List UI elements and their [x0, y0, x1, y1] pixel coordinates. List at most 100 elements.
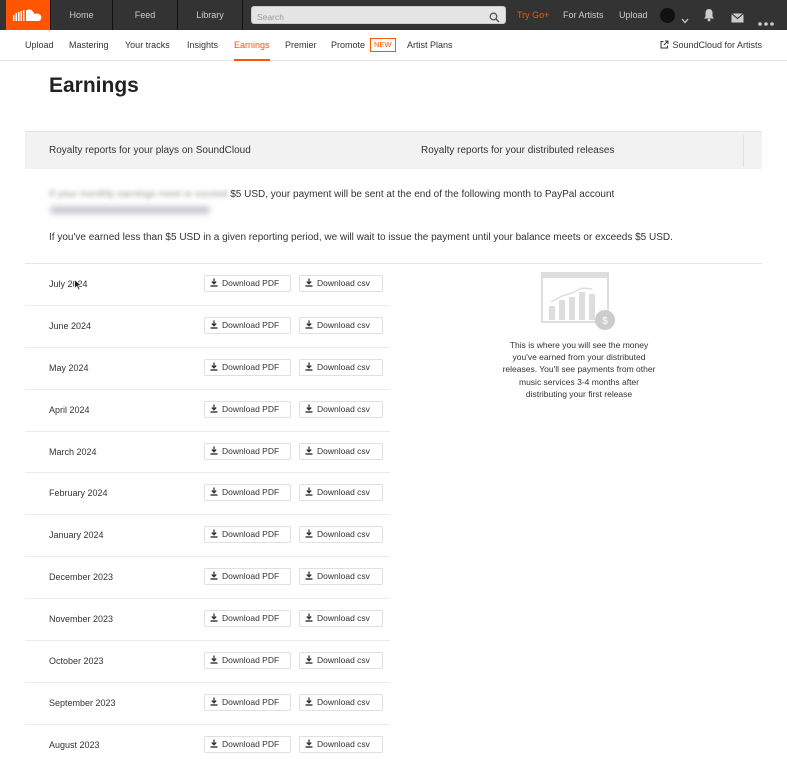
payment-info-text: If your monthly earnings meet or exceed …: [49, 189, 614, 200]
download-pdf-button[interactable]: Download PDF: [204, 484, 291, 502]
download-pdf-label: Download PDF: [222, 529, 280, 540]
bell-icon[interactable]: [703, 8, 715, 27]
avatar[interactable]: [660, 8, 675, 23]
mouse-cursor: [74, 278, 83, 296]
subnav-artist-plans[interactable]: Artist Plans: [407, 30, 453, 61]
download-pdf-label: Download PDF: [222, 278, 280, 288]
download-pdf-button[interactable]: Download PDF: [204, 316, 291, 334]
search-icon[interactable]: [489, 10, 500, 28]
download-icon: [210, 613, 218, 622]
download-pdf-button[interactable]: Download PDF: [204, 275, 291, 292]
page-title: Earnings: [49, 74, 139, 97]
nav-home[interactable]: Home: [50, 0, 113, 30]
subnav-upload[interactable]: Upload: [25, 30, 54, 61]
search-input[interactable]: [252, 9, 482, 25]
download-pdf-button[interactable]: Download PDF: [204, 358, 291, 376]
download-csv-button[interactable]: Download csv: [299, 693, 383, 711]
tab-soundcloud-plays[interactable]: Royalty reports for your plays on SoundC…: [49, 132, 251, 170]
monthly-reports-list: July 2024 Download PDF Download csv June 20…: [25, 264, 390, 759]
download-pdf-button[interactable]: Download PDF: [204, 400, 291, 418]
download-csv-button[interactable]: Download csv: [299, 316, 383, 334]
subnav-promote[interactable]: Promote: [331, 30, 365, 61]
artist-subnav: Upload Mastering Your tracks Insights Ea…: [0, 30, 787, 61]
download-pdf-label: Download PDF: [222, 487, 280, 498]
download-icon: [210, 446, 218, 455]
download-icon: [305, 278, 313, 287]
download-pdf-button[interactable]: Download PDF: [204, 442, 291, 460]
more-icon[interactable]: [758, 13, 774, 31]
soundcloud-for-artists-label: SoundCloud for Artists: [672, 40, 762, 50]
report-month: February 2024: [49, 488, 108, 499]
mail-icon[interactable]: [731, 10, 744, 28]
download-icon: [305, 655, 313, 664]
svg-text:$: $: [602, 316, 608, 327]
soundcloud-logo-icon[interactable]: [6, 0, 50, 30]
download-csv-button[interactable]: Download csv: [299, 610, 383, 628]
report-month: April 2024: [49, 404, 90, 415]
download-csv-label: Download csv: [317, 278, 370, 288]
download-csv-label: Download csv: [317, 696, 370, 707]
subnav-insights[interactable]: Insights: [187, 30, 218, 61]
subnav-premier[interactable]: Premier: [285, 30, 317, 61]
soundcloud-for-artists-link[interactable]: SoundCloud for Artists: [660, 30, 762, 61]
tab-distributed-releases[interactable]: Royalty reports for your distributed rel…: [421, 132, 614, 170]
report-row: March 2024 Download PDF Download csv: [25, 432, 390, 474]
subnav-your-tracks[interactable]: Your tracks: [125, 30, 170, 61]
download-icon: [210, 739, 218, 748]
report-row: February 2024 Download PDF Download csv: [25, 473, 390, 516]
download-icon: [305, 320, 313, 329]
report-row: May 2024 Download PDF Download csv: [25, 348, 390, 390]
empty-state-text: This is where you will see the money you…: [502, 340, 656, 399]
download-pdf-button[interactable]: Download PDF: [204, 735, 291, 753]
download-pdf-button[interactable]: Download PDF: [204, 693, 291, 711]
download-pdf-label: Download PDF: [222, 655, 280, 666]
chevron-down-icon[interactable]: [681, 11, 689, 29]
earnings-chart-illustration: $: [541, 272, 617, 332]
download-icon: [210, 529, 218, 539]
download-csv-button[interactable]: Download csv: [299, 735, 383, 753]
download-csv-button[interactable]: Download csv: [299, 526, 383, 544]
report-month: March 2024: [49, 446, 97, 457]
distributed-earnings-empty-state: $ This is where you will see the money y…: [498, 272, 660, 400]
report-month: May 2024: [49, 362, 89, 373]
nav-feed[interactable]: Feed: [113, 0, 178, 30]
report-row: October 2023 Download PDF Download csv: [25, 641, 390, 683]
report-row: November 2023 Download PDF Download csv: [25, 599, 390, 642]
download-pdf-button[interactable]: Download PDF: [204, 568, 291, 586]
download-csv-button[interactable]: Download csv: [299, 484, 383, 502]
subnav-earnings[interactable]: Earnings: [234, 30, 270, 61]
download-icon: [210, 655, 218, 664]
try-go-plus-link[interactable]: Try Go+: [517, 0, 549, 30]
download-csv-label: Download csv: [317, 655, 370, 666]
redacted-paypal-account: [50, 206, 210, 214]
nav-library[interactable]: Library: [178, 0, 243, 30]
download-csv-button[interactable]: Download csv: [299, 442, 383, 460]
subnav-mastering[interactable]: Mastering: [69, 30, 109, 61]
download-icon: [210, 362, 218, 371]
download-pdf-button[interactable]: Download PDF: [204, 652, 291, 670]
download-icon: [210, 278, 218, 287]
download-icon: [305, 739, 313, 748]
download-icon: [305, 613, 313, 622]
download-csv-button[interactable]: Download csv: [299, 568, 383, 586]
royalty-tabs: Royalty reports for your plays on SoundC…: [25, 131, 762, 169]
download-pdf-button[interactable]: Download PDF: [204, 610, 291, 628]
report-row: August 2023 Download PDF Download csv: [25, 725, 390, 759]
upload-link[interactable]: Upload: [619, 0, 648, 30]
download-pdf-label: Download PDF: [222, 571, 280, 582]
download-csv-button[interactable]: Download csv: [299, 652, 383, 670]
report-month: December 2023: [49, 572, 114, 583]
download-pdf-label: Download PDF: [222, 696, 280, 707]
download-pdf-button[interactable]: Download PDF: [204, 526, 291, 544]
download-icon: [305, 362, 313, 371]
download-pdf-label: Download PDF: [222, 361, 280, 372]
download-icon: [305, 529, 313, 539]
download-pdf-label: Download PDF: [222, 403, 280, 414]
download-csv-button[interactable]: Download csv: [299, 275, 383, 292]
for-artists-link[interactable]: For Artists: [563, 0, 604, 30]
search-box: [251, 6, 506, 25]
download-icon: [210, 571, 218, 580]
report-month: August 2023: [49, 739, 100, 750]
download-csv-button[interactable]: Download csv: [299, 400, 383, 418]
download-csv-button[interactable]: Download csv: [299, 358, 383, 376]
